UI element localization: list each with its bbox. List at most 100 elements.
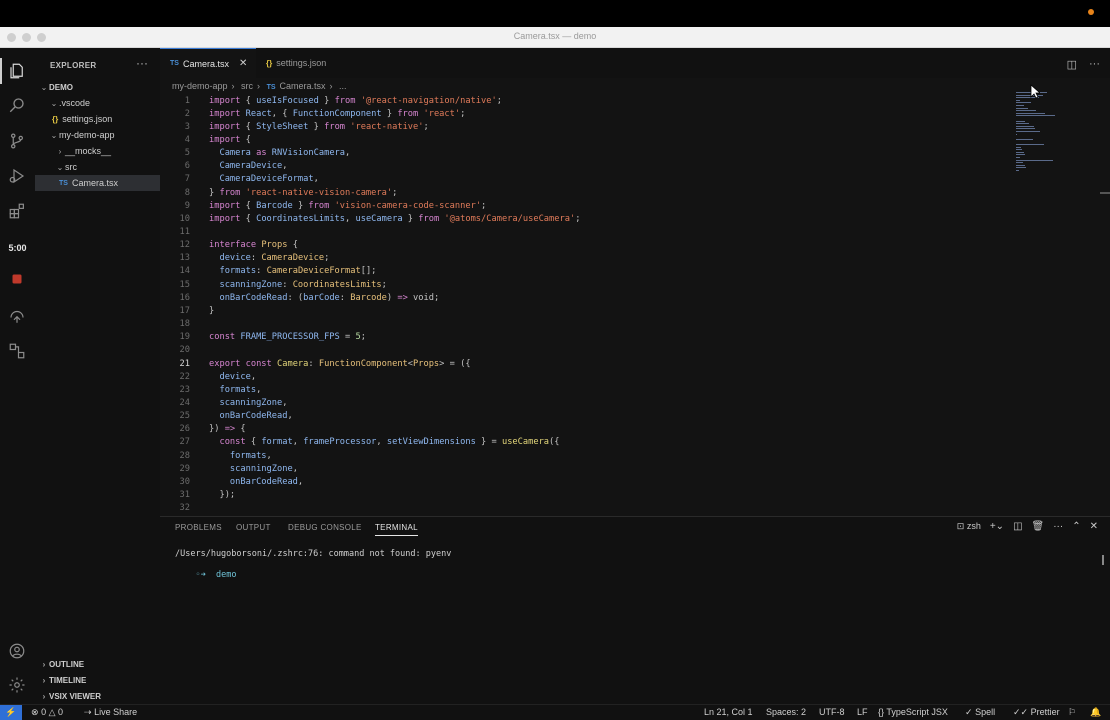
code-line[interactable]: 18 [160, 318, 1020, 331]
code-line[interactable]: 25 onBarCodeRead, [160, 410, 1020, 423]
tree-file-settings-json[interactable]: {} settings.json [35, 111, 160, 127]
code-line[interactable]: 23 formats, [160, 383, 1020, 396]
code-line[interactable]: 27 const { format, frameProcessor, setVi… [160, 436, 1020, 449]
language-mode[interactable]: {} TypeScript JSX [878, 707, 948, 717]
tree-folder-my-demo-app[interactable]: ⌄ my-demo-app [35, 127, 160, 143]
breadcrumb-item[interactable]: Camera.tsx [280, 81, 326, 91]
indentation[interactable]: Spaces: 2 [766, 707, 806, 717]
code-line[interactable]: 19 const FRAME_PROCESSOR_FPS = 5; [160, 331, 1020, 344]
code-line[interactable]: 21 export const Camera: FunctionComponent… [160, 357, 1020, 370]
code-line[interactable]: 20 [160, 344, 1020, 357]
code-line[interactable]: 30 onBarCodeRead, [160, 475, 1020, 488]
new-terminal-icon[interactable]: +⌄ [990, 521, 1004, 532]
terminal-prompt[interactable]: ◦➜ demo [175, 560, 236, 590]
chevron-right-icon: › [58, 146, 62, 156]
split-terminal-icon[interactable]: ◫ [1013, 521, 1022, 532]
close-tab-icon[interactable]: ✕ [239, 58, 247, 69]
settings-gear-icon[interactable] [6, 674, 28, 696]
tab-problems[interactable]: PROBLEMS [175, 523, 222, 532]
code-line[interactable]: 31 }); [160, 489, 1020, 502]
breadcrumb-separator: › [257, 81, 261, 91]
code-line[interactable]: 14 formats: CameraDeviceFormat[]; [160, 265, 1020, 278]
code-line[interactable]: 4 import { [160, 133, 1020, 146]
close-panel-icon[interactable]: ✕ [1090, 521, 1098, 532]
source-control-icon[interactable] [6, 130, 28, 152]
notifications-bell-icon[interactable]: 🔔 [1090, 707, 1101, 718]
timeline-section[interactable]: › TIMELINE [35, 672, 160, 688]
terminal-scrollbar[interactable] [1102, 555, 1104, 565]
code-editor[interactable]: 1 import { useIsFocused } from '@react-na… [160, 94, 1020, 516]
code-line[interactable]: 13 device: CameraDevice; [160, 252, 1020, 265]
code-line[interactable]: 11 [160, 226, 1020, 239]
code-text: formats, [229, 450, 272, 461]
code-text: formats: CameraDeviceFormat[]; [219, 266, 377, 277]
tab-output[interactable]: OUTPUT [236, 523, 271, 532]
code-line[interactable]: 8} from 'react-native-vision-camera'; [160, 186, 1020, 199]
code-line[interactable]: 12 interface Props { [160, 239, 1020, 252]
tab-settings-json[interactable]: {} settings.json [256, 48, 351, 78]
breadcrumb-item[interactable]: src [241, 81, 253, 91]
split-editor-icon[interactable]: ◫ [1067, 58, 1077, 71]
remote-icon[interactable] [6, 305, 28, 327]
line-number: 1 [184, 95, 190, 106]
minimap[interactable] [1012, 92, 1072, 182]
live-share-button[interactable]: ⇢ Live Share [84, 707, 137, 718]
code-text: export const Camera: FunctionComponent<P… [209, 358, 471, 369]
code-line[interactable]: 5 Camera as RNVisionCamera, [160, 147, 1020, 160]
breadcrumb-item[interactable]: ... [339, 81, 347, 91]
extensions-icon[interactable] [6, 200, 28, 222]
code-line[interactable]: 3 import { StyleSheet } from 'react-nativ… [160, 120, 1020, 133]
more-actions-icon[interactable]: ··· [1053, 521, 1063, 532]
json-file-icon: {} [52, 114, 59, 124]
prettier-status[interactable]: ✓✓ Prettier [1013, 707, 1060, 718]
search-icon[interactable] [6, 94, 28, 116]
spell-status[interactable]: ✓ Spell [965, 707, 995, 718]
account-icon[interactable] [6, 640, 28, 662]
maximize-panel-icon[interactable]: ⌃ [1072, 521, 1080, 532]
encoding[interactable]: UTF-8 [819, 707, 845, 717]
more-actions-icon[interactable]: ··· [136, 56, 148, 70]
tree-file-camera-tsx[interactable]: TS Camera.tsx [35, 175, 160, 191]
typescript-file-icon: TS [59, 179, 68, 187]
remote-indicator-icon[interactable]: ⚡ [0, 705, 22, 720]
tree-folder-mocks[interactable]: › __mocks__ [35, 143, 160, 159]
code-line[interactable]: 2 import React, { FunctionComponent } fro… [160, 107, 1020, 120]
breadcrumb-item[interactable]: my-demo-app [172, 81, 228, 91]
code-line[interactable]: 16 onBarCodeRead: (barCode: Barcode) => … [160, 291, 1020, 304]
vsix-viewer-section[interactable]: › VSIX VIEWER [35, 688, 160, 704]
code-line[interactable]: 24 scanningZone, [160, 396, 1020, 409]
feedback-icon[interactable]: ⚐ [1068, 707, 1076, 718]
run-debug-icon[interactable] [6, 165, 28, 187]
outline-section[interactable]: › OUTLINE [35, 656, 160, 672]
code-line[interactable]: 15 scanningZone: CoordinatesLimits; [160, 278, 1020, 291]
chevron-down-icon: ⌄ [50, 130, 58, 140]
terminal-output-line: /Users/hugoborsoni/.zshrc:76: command no… [175, 549, 452, 559]
cursor-position[interactable]: Ln 21, Col 1 [704, 707, 753, 717]
trash-icon[interactable]: 🗑 [1032, 521, 1045, 532]
record-icon[interactable] [6, 268, 28, 290]
problems-status[interactable]: ⊗ 0 △ 0 [31, 707, 63, 718]
tab-debug-console[interactable]: DEBUG CONSOLE [288, 523, 362, 532]
tree-folder-vscode[interactable]: ⌄ .vscode [35, 95, 160, 111]
code-line[interactable]: 1 import { useIsFocused } from '@react-na… [160, 94, 1020, 107]
files-icon[interactable] [6, 60, 28, 82]
code-line[interactable]: 29 scanningZone, [160, 462, 1020, 475]
code-line[interactable]: 6 CameraDevice, [160, 160, 1020, 173]
tab-terminal[interactable]: TERMINAL [375, 523, 418, 536]
end-of-line[interactable]: LF [857, 707, 868, 717]
code-line[interactable]: 22 device, [160, 370, 1020, 383]
tree-folder-src[interactable]: ⌄ src [35, 159, 160, 175]
code-line[interactable]: 7 CameraDeviceFormat, [160, 173, 1020, 186]
code-line[interactable]: 9 import { Barcode } from 'vision-camera-… [160, 199, 1020, 212]
code-line[interactable]: 26}) => { [160, 423, 1020, 436]
tree-root-demo[interactable]: ⌄ DEMO [35, 79, 160, 95]
project-manager-icon[interactable] [6, 340, 28, 362]
code-line[interactable]: 32 [160, 502, 1020, 515]
tab-camera-tsx[interactable]: TS Camera.tsx ✕ [160, 48, 256, 78]
code-line[interactable]: 28 formats, [160, 449, 1020, 462]
code-line[interactable]: 17} [160, 304, 1020, 317]
terminal-shell-selector[interactable]: ⊡ zsh [957, 521, 981, 532]
code-line[interactable]: 10 import { CoordinatesLimits, useCamera … [160, 212, 1020, 225]
more-actions-icon[interactable]: ··· [1089, 58, 1100, 71]
minimap-line [1016, 107, 1028, 109]
